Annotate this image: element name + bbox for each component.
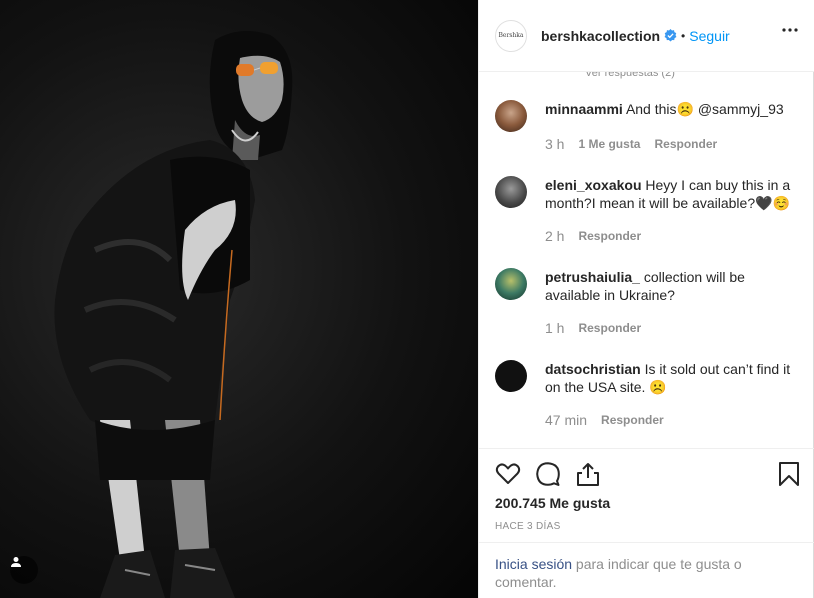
user-tag-icon [11, 557, 21, 567]
account-name[interactable]: bershkacollection [541, 28, 660, 44]
comment-meta: 47 min Responder [545, 412, 664, 428]
comment-meta: 3 h 1 Me gusta Responder [545, 136, 717, 152]
post-header: Bershka bershkacollection • Seguir [479, 0, 814, 72]
comment-username[interactable]: eleni_xoxakou [545, 177, 642, 193]
commenter-avatar[interactable] [495, 360, 527, 392]
account-avatar-text: Bershka [498, 32, 524, 39]
verified-badge-icon [664, 29, 677, 42]
login-prompt: Inicia sesión para indicar que te gusta … [479, 542, 814, 598]
comment-username[interactable]: petrushaiulia_ [545, 269, 640, 285]
comment-text-block: petrushaiulia_ collection will be availa… [545, 268, 795, 304]
user-tag-button[interactable] [10, 556, 38, 584]
comment-time[interactable]: 47 min [545, 412, 587, 428]
bookmark-icon[interactable] [778, 461, 800, 487]
commenter-avatar[interactable] [495, 100, 527, 132]
comment-likes[interactable]: 1 Me gusta [578, 137, 640, 152]
comment-time[interactable]: 1 h [545, 320, 564, 336]
comment-meta: 1 h Responder [545, 320, 641, 336]
reply-button[interactable]: Responder [578, 229, 641, 244]
comment-username[interactable]: datsochristian [545, 361, 641, 377]
comment-text-block: datsochristian Is it sold out can’t find… [545, 360, 795, 396]
login-link[interactable]: Inicia sesión [495, 556, 572, 572]
post-photo[interactable] [0, 0, 478, 598]
share-icon[interactable] [575, 461, 601, 487]
commenter-avatar[interactable] [495, 268, 527, 300]
comment-time[interactable]: 2 h [545, 228, 564, 244]
action-icons-group [495, 461, 601, 487]
comment-time[interactable]: 3 h [545, 136, 564, 152]
post-date[interactable]: HACE 3 DÍAS [495, 521, 561, 532]
comments-list[interactable]: Ver respuestas (2) minnaammi And this☹️ … [479, 64, 814, 448]
comment-meta: 2 h Responder [545, 228, 641, 244]
account-avatar[interactable]: Bershka [495, 19, 527, 52]
photo-illustration [54, 31, 293, 598]
comment-icon[interactable] [535, 461, 561, 487]
comment-text-block: minnaammi And this☹️ @sammyj_93 [545, 100, 795, 118]
comment-text: And this☹️ @sammyj_93 [625, 101, 784, 117]
post-actions: 200.745 Me gusta HACE 3 DÍAS [479, 448, 814, 542]
reply-button[interactable]: Responder [578, 321, 641, 336]
comment-username[interactable]: minnaammi [545, 101, 623, 117]
heart-icon[interactable] [495, 461, 521, 487]
likes-count[interactable]: 200.745 Me gusta [495, 495, 610, 511]
post-side-panel: Bershka bershkacollection • Seguir Ver r… [478, 0, 814, 598]
commenter-avatar[interactable] [495, 176, 527, 208]
more-icon[interactable] [782, 28, 798, 32]
comment-text-block: eleni_xoxakou Heyy I can buy this in a m… [545, 176, 795, 212]
reply-button[interactable]: Responder [601, 413, 664, 428]
reply-button[interactable]: Responder [654, 137, 717, 152]
follow-button[interactable]: Seguir [689, 28, 729, 44]
separator-dot: • [681, 28, 686, 43]
